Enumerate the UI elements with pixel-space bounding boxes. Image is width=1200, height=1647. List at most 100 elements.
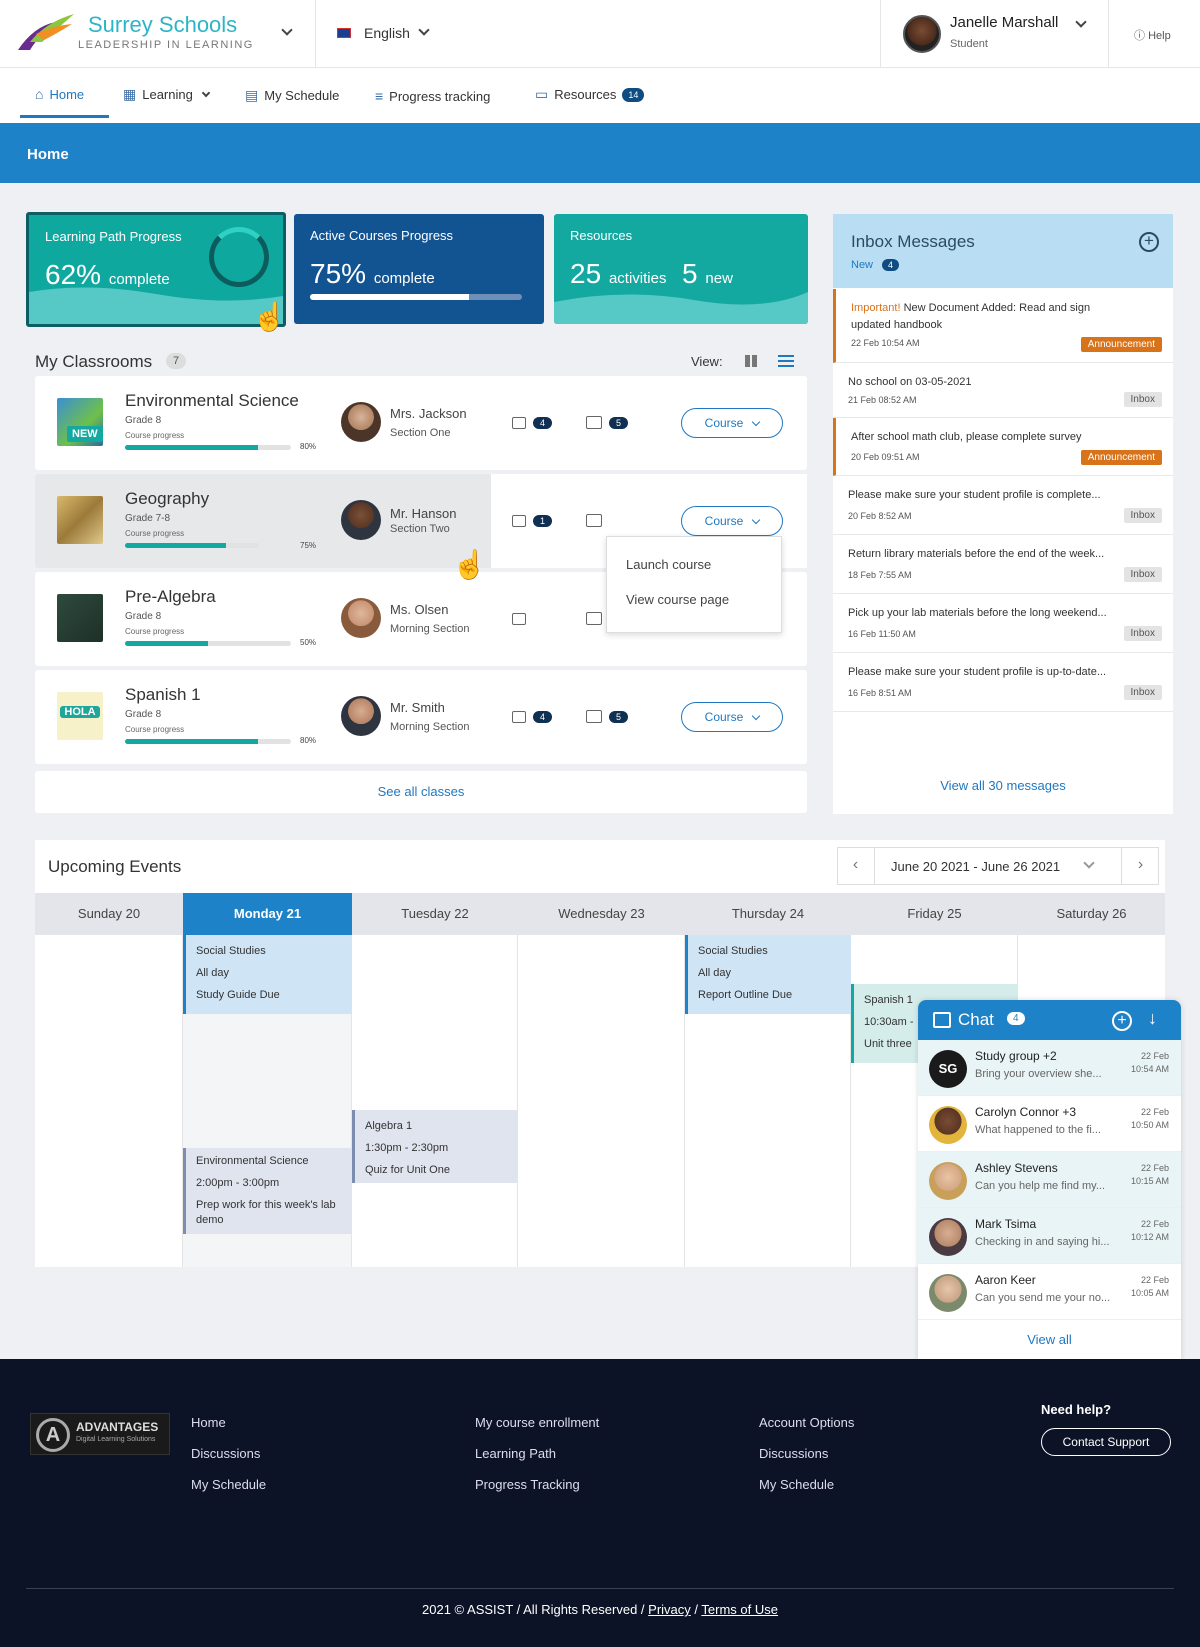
message-icon[interactable] xyxy=(586,710,602,723)
nav-progress-tracking[interactable]: ≡ Progress tracking xyxy=(375,88,490,104)
chat-conversation[interactable]: Carolyn Connor +3 What happened to the f… xyxy=(918,1096,1181,1152)
course-title[interactable]: Environmental Science xyxy=(125,391,299,411)
inbox-message[interactable]: Please make sure your student profile is… xyxy=(833,653,1173,712)
resources-card[interactable]: Resources 25 activities 5 new xyxy=(554,214,808,324)
message-date: 22 Feb 10:54 AM xyxy=(851,338,920,348)
active-courses-bar xyxy=(310,294,522,300)
course-button[interactable]: Course xyxy=(681,702,783,732)
message-icon[interactable] xyxy=(586,416,602,429)
course-progress-label: Course progress xyxy=(125,529,185,538)
course-thumbnail xyxy=(57,496,103,544)
message-icon[interactable] xyxy=(586,514,602,527)
view-course-page-option[interactable]: View course page xyxy=(626,592,729,607)
add-message-icon[interactable]: + xyxy=(1139,232,1159,252)
card-value: 75% complete xyxy=(310,258,435,290)
inbox-message[interactable]: No school on 03-05-2021 21 Feb 08:52 AM … xyxy=(833,363,1173,418)
course-title[interactable]: Spanish 1 xyxy=(125,685,201,705)
classroom-row[interactable]: NEW Environmental Science Grade 8 Course… xyxy=(35,376,807,470)
calendar-event[interactable]: Social Studies All day Study Guide Due xyxy=(183,935,352,1014)
chat-conversation[interactable]: SG Study group +2 Bring your overview sh… xyxy=(918,1040,1181,1096)
teacher-name: Mr. Hanson xyxy=(390,506,457,521)
header-divider xyxy=(880,0,881,68)
see-all-classes-link[interactable]: See all classes xyxy=(35,771,807,813)
footer-link[interactable]: Learning Path xyxy=(475,1446,556,1461)
footer-link[interactable]: Account Options xyxy=(759,1415,854,1430)
teacher-section: Morning Section xyxy=(390,721,470,733)
user-name[interactable]: Janelle Marshall xyxy=(950,14,1058,31)
terms-link[interactable]: Terms of Use xyxy=(701,1602,778,1617)
course-progress-fill xyxy=(125,543,226,548)
nav-resources[interactable]: ▭ Resources 14 xyxy=(535,86,645,103)
footer-link[interactable]: Discussions xyxy=(759,1446,828,1461)
day-header: Friday 25 xyxy=(851,893,1018,935)
minimize-chat-icon[interactable]: ↓ xyxy=(1148,1008,1157,1029)
footer-link[interactable]: My Schedule xyxy=(759,1477,834,1492)
chat-count: 4 xyxy=(1007,1012,1025,1025)
learning-path-card[interactable]: Learning Path Progress 62% complete xyxy=(26,212,286,327)
nav-schedule-label: My Schedule xyxy=(264,88,340,103)
active-courses-suffix: complete xyxy=(373,270,435,287)
brand-name[interactable]: Surrey Schools xyxy=(88,12,237,38)
footer-link[interactable]: Discussions xyxy=(191,1446,260,1461)
chat-preview: Can you send me your no... xyxy=(975,1292,1111,1304)
inbox-message[interactable]: Important! New Document Added: Read and … xyxy=(833,289,1173,363)
message-tag: Inbox xyxy=(1123,567,1162,582)
surrey-logo-icon[interactable] xyxy=(16,12,80,52)
calendar-event[interactable]: Environmental Science 2:00pm - 3:00pm Pr… xyxy=(183,1148,352,1234)
progress-icon: ≡ xyxy=(375,88,384,104)
chat-conversation[interactable]: Aaron Keer Can you send me your no... 22… xyxy=(918,1264,1181,1320)
chat-title: Chat xyxy=(958,1010,994,1029)
footer-link[interactable]: Progress Tracking xyxy=(475,1477,580,1492)
inbox-icon[interactable] xyxy=(512,613,526,625)
privacy-link[interactable]: Privacy xyxy=(648,1602,691,1617)
inbox-message[interactable]: After school math club, please complete … xyxy=(833,418,1173,476)
teacher-section: Morning Section xyxy=(390,623,470,635)
nav-my-schedule[interactable]: ▤ My Schedule xyxy=(245,87,339,104)
launch-course-option[interactable]: Launch course xyxy=(626,557,711,572)
inbox-message[interactable]: Pick up your lab materials before the lo… xyxy=(833,594,1173,653)
footer-link[interactable]: My Schedule xyxy=(191,1477,266,1492)
footer-link[interactable]: Home xyxy=(191,1415,226,1430)
event-time: All day xyxy=(196,967,230,979)
course-button[interactable]: Course xyxy=(681,408,783,438)
inbox-message[interactable]: Please make sure your student profile is… xyxy=(833,476,1173,535)
course-title[interactable]: Pre-Algebra xyxy=(125,587,216,607)
active-courses-card[interactable]: Active Courses Progress 75% complete xyxy=(294,214,544,324)
contact-support-button[interactable]: Contact Support xyxy=(1041,1428,1171,1456)
inbox-title: Inbox Messages xyxy=(851,232,975,251)
prev-week-icon[interactable]: ‹ xyxy=(837,847,875,885)
chat-conversation[interactable]: Mark Tsima Checking in and saying hi... … xyxy=(918,1208,1181,1264)
next-week-icon[interactable]: › xyxy=(1121,847,1159,885)
footer-link[interactable]: My course enrollment xyxy=(475,1415,599,1430)
chat-conversation[interactable]: Ashley Stevens Can you help me find my..… xyxy=(918,1152,1181,1208)
inbox-icon[interactable] xyxy=(512,515,526,527)
view-all-chats-link[interactable]: View all xyxy=(918,1332,1181,1347)
need-help-label: Need help? xyxy=(1041,1402,1112,1417)
new-chat-icon[interactable]: + xyxy=(1112,1011,1132,1031)
user-avatar[interactable] xyxy=(903,15,941,53)
message-date: 16 Feb 8:51 AM xyxy=(848,688,912,698)
grid-view-icon[interactable] xyxy=(745,355,757,367)
classroom-row[interactable]: HOLA Spanish 1 Grade 8 Course progress 8… xyxy=(35,670,807,764)
course-progress-label: Course progress xyxy=(125,725,185,734)
course-button[interactable]: Course xyxy=(681,506,783,536)
list-view-icon[interactable] xyxy=(778,355,794,367)
chat-time: 10:15 AM xyxy=(1130,1176,1169,1186)
language-selector[interactable]: English xyxy=(364,25,410,41)
course-title[interactable]: Geography xyxy=(125,489,209,509)
classrooms-title: My Classrooms xyxy=(35,352,153,371)
message-tag: Announcement xyxy=(1080,337,1162,352)
calendar-event[interactable]: Social Studies All day Report Outline Du… xyxy=(685,935,851,1014)
nav-learning[interactable]: ▦ Learning xyxy=(123,86,211,103)
message-icon[interactable] xyxy=(586,612,602,625)
inbox-message[interactable]: Return library materials before the end … xyxy=(833,535,1173,594)
classrooms-count-badge: 7 xyxy=(166,353,187,369)
chat-name: Aaron Keer xyxy=(975,1273,1036,1287)
nav-home[interactable]: ⌂ Home xyxy=(35,86,84,102)
inbox-icon[interactable] xyxy=(512,711,526,723)
view-all-messages-link[interactable]: View all 30 messages xyxy=(833,778,1173,793)
chat-time: 10:05 AM xyxy=(1130,1288,1169,1298)
inbox-icon[interactable] xyxy=(512,417,526,429)
help-link[interactable]: ⓘ Help xyxy=(1134,27,1171,43)
calendar-event[interactable]: Algebra 1 1:30pm - 2:30pm Quiz for Unit … xyxy=(352,1110,518,1183)
